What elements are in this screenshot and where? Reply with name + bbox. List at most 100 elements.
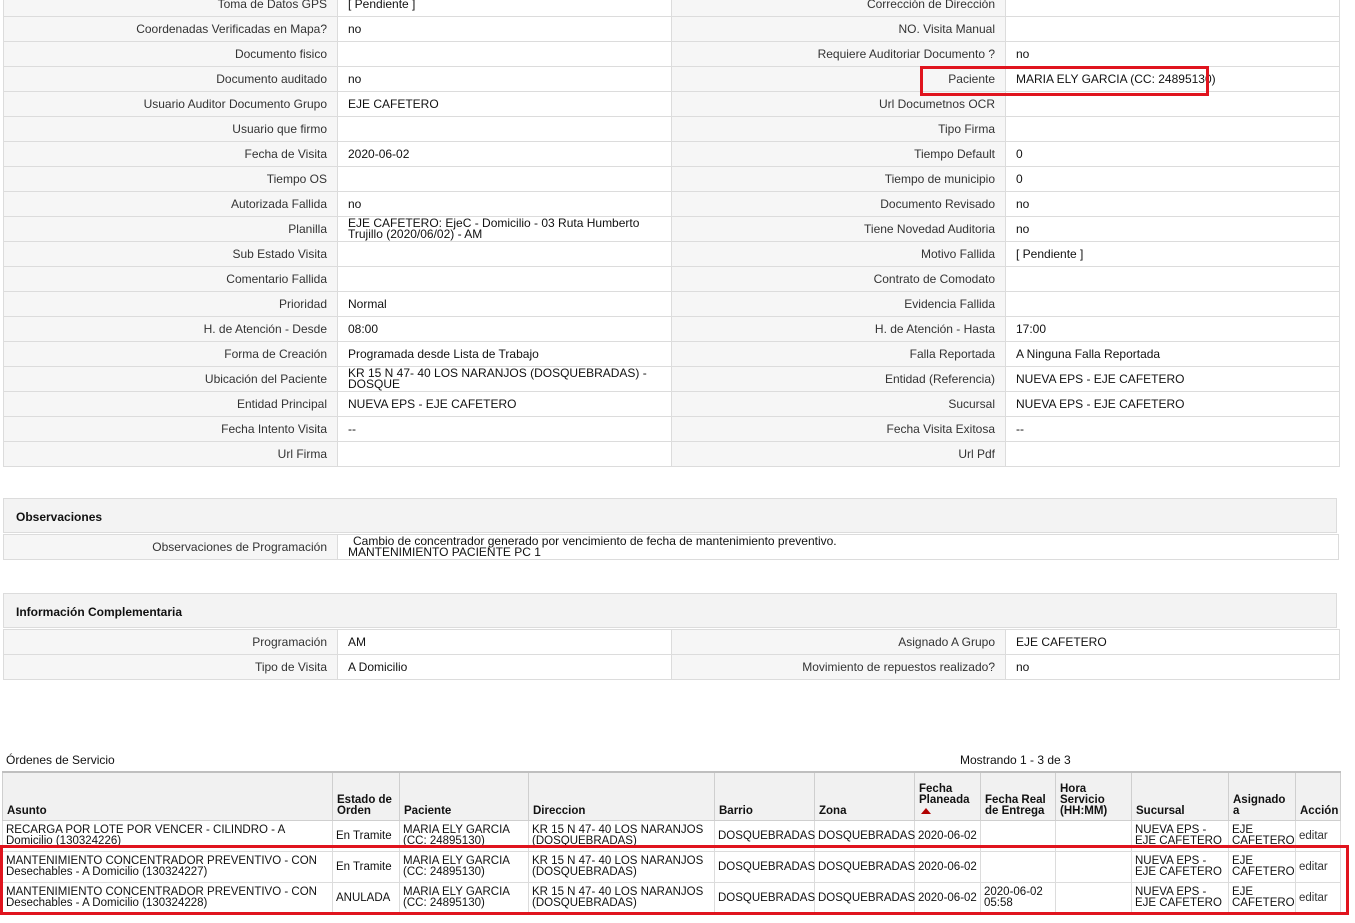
detail-row: Fecha Intento Visita -- Fecha Visita Exito…: [3, 416, 1340, 442]
column-header-barrio[interactable]: Barrio: [714, 771, 815, 821]
field-label: Evidencia Fallida: [671, 291, 1006, 317]
cell-direccion: KR 15 N 47- 40 LOS NARANJOS (DOSQUEBRADA…: [528, 851, 715, 883]
field-label: Forma de Creación: [3, 341, 338, 367]
detail-row: Programación AM Asignado A Grupo EJE CAFETE…: [3, 629, 1340, 655]
column-header-label: Barrio: [719, 805, 753, 817]
field-value: [1005, 291, 1340, 317]
field-value: A Domicilio: [337, 654, 672, 680]
field-label: Usuario que firmo: [3, 116, 338, 142]
field-value: 2020-06-02: [337, 141, 672, 167]
cell-hora-servicio: [1055, 851, 1132, 883]
field-value: A Ninguna Falla Reportada: [1005, 341, 1340, 367]
field-value: MARIA ELY GARCIA (CC: 24895130): [1005, 66, 1340, 92]
field-label: NO. Visita Manual: [671, 16, 1006, 42]
detail-row: Planilla EJE CAFETERO: EjeC - Domicilio -…: [3, 216, 1340, 242]
cell-accion: editar: [1295, 851, 1341, 883]
detail-row: Fecha de Visita 2020-06-02 Tiempo Default 0: [3, 141, 1340, 167]
field-value: [337, 41, 672, 67]
cell-sucursal: NUEVA EPS - EJE CAFETERO: [1131, 820, 1229, 852]
column-header-sucursal[interactable]: Sucursal: [1131, 771, 1229, 821]
field-label: Fecha Visita Exitosa: [671, 416, 1006, 442]
column-header-hora-servicio[interactable]: Hora Servicio (HH:MM): [1055, 771, 1132, 821]
edit-order-link[interactable]: editar: [1299, 830, 1328, 842]
field-label: Fecha Intento Visita: [3, 416, 338, 442]
cell-barrio: DOSQUEBRADAS: [714, 882, 815, 914]
cell-sucursal: NUEVA EPS - EJE CAFETERO: [1131, 882, 1229, 914]
field-label: Usuario Auditor Documento Grupo: [3, 91, 338, 117]
observaciones-row: Observaciones de Programación Cambio de …: [3, 534, 1339, 560]
cell-estado: En Tramite: [332, 851, 400, 883]
field-label: H. de Atención - Desde: [3, 316, 338, 342]
column-header-accion[interactable]: Acción: [1295, 771, 1341, 821]
table-row: MANTENIMIENTO CONCENTRADOR PREVENTIVO - …: [2, 851, 1341, 883]
column-header-direccion[interactable]: Direccion: [528, 771, 715, 821]
orders-header-row: Asunto Estado de Orden Paciente Direccion Ba…: [2, 771, 1341, 821]
detail-row: Sub Estado Visita Motivo Fallida[ Pendien…: [3, 241, 1340, 267]
detail-row: Autorizada Fallida no Documento Revisado no: [3, 191, 1340, 217]
column-header-asignado[interactable]: Asignado a: [1228, 771, 1296, 821]
visit-details-table: Toma de Datos GPS[ Pendiente ] Corrección…: [3, 0, 1340, 467]
field-value: [1005, 266, 1340, 292]
detail-row: Entidad Principal NUEVA EPS - EJE CAFETER…: [3, 391, 1340, 417]
field-label: Url Documetnos OCR: [671, 91, 1006, 117]
field-value: [337, 241, 672, 267]
column-header-label: Estado de Orden: [337, 794, 392, 817]
cell-asunto: MANTENIMIENTO CONCENTRADOR PREVENTIVO - …: [2, 882, 333, 914]
cell-asunto: RECARGA POR LOTE POR VENCER - CILINDRO -…: [2, 820, 333, 852]
field-value: 0: [1005, 141, 1340, 167]
observaciones-value: Cambio de concentrador generado por venc…: [337, 534, 1339, 560]
field-label: Contrato de Comodato: [671, 266, 1006, 292]
detail-row: Url Firma Url Pdf: [3, 441, 1340, 467]
field-label: Toma de Datos GPS: [3, 0, 338, 17]
column-header-paciente[interactable]: Paciente: [399, 771, 529, 821]
field-label: Fecha de Visita: [3, 141, 338, 167]
field-label: Observaciones de Programación: [3, 534, 338, 560]
field-value: no: [1005, 654, 1340, 680]
info-complementaria-table: Programación AM Asignado A Grupo EJE CAFETE…: [3, 629, 1340, 680]
detail-row: Documento fisico Requiere Auditoriar Docu…: [3, 41, 1340, 67]
table-row: MANTENIMIENTO CONCENTRADOR PREVENTIVO - …: [2, 882, 1341, 914]
column-header-fecha-planeada[interactable]: Fecha Planeada: [914, 771, 981, 821]
cell-accion: editar: [1295, 882, 1341, 914]
field-label: Movimiento de repuestos realizado?: [671, 654, 1006, 680]
detail-row: Prioridad Normal Evidencia Fallida: [3, 291, 1340, 317]
detail-row: Forma de Creación Programada desde Lista …: [3, 341, 1340, 367]
field-label: Tipo de Visita: [3, 654, 338, 680]
field-value: [ Pendiente ]: [1005, 241, 1340, 267]
column-header-fecha-real[interactable]: Fecha Real de Entrega: [980, 771, 1056, 821]
field-value: [ Pendiente ]: [337, 0, 672, 17]
field-value: Normal: [337, 291, 672, 317]
orders-title: Órdenes de Servicio: [6, 753, 115, 767]
field-label: Ubicación del Paciente: [3, 366, 338, 392]
detail-row: Tiempo OS Tiempo de municipio 0: [3, 166, 1340, 192]
cell-hora-servicio: [1055, 882, 1132, 914]
detail-row: Usuario Auditor Documento Grupo EJE CAFET…: [3, 91, 1340, 117]
edit-order-link[interactable]: editar: [1299, 892, 1328, 904]
cell-fecha-planeada: 2020-06-02: [914, 851, 981, 883]
orders-table: Asunto Estado de Orden Paciente Direccion Ba…: [2, 771, 1341, 914]
column-header-label: Asignado a: [1233, 794, 1286, 817]
field-label: Tiempo OS: [3, 166, 338, 192]
edit-order-link[interactable]: editar: [1299, 861, 1328, 873]
column-header-asunto[interactable]: Asunto: [2, 771, 333, 821]
cell-fecha-planeada: 2020-06-02: [914, 882, 981, 914]
field-label: Url Firma: [3, 441, 338, 467]
column-header-label: Fecha Planeada: [919, 783, 970, 806]
column-header-label: Sucursal: [1136, 805, 1185, 817]
cell-paciente: MARIA ELY GARCIA (CC: 24895130): [399, 820, 529, 852]
sort-ascending-icon[interactable]: [921, 808, 931, 814]
field-label: Sucursal: [671, 391, 1006, 417]
cell-fecha-real: 2020-06-02 05:58: [980, 882, 1056, 914]
column-header-zona[interactable]: Zona: [814, 771, 915, 821]
field-value: no: [1005, 191, 1340, 217]
column-header-label: Zona: [819, 805, 847, 817]
field-value: no: [337, 66, 672, 92]
field-label: Motivo Fallida: [671, 241, 1006, 267]
cell-barrio: DOSQUEBRADAS: [714, 820, 815, 852]
column-header-label: Paciente: [404, 805, 452, 817]
column-header-estado[interactable]: Estado de Orden: [332, 771, 400, 821]
field-value: EJE CAFETERO: [1005, 629, 1340, 655]
field-value: EJE CAFETERO: EjeC - Domicilio - 03 Ruta…: [337, 216, 672, 242]
detail-row: Ubicación del Paciente KR 15 N 47- 40 LOS…: [3, 366, 1340, 392]
field-label: Prioridad: [3, 291, 338, 317]
